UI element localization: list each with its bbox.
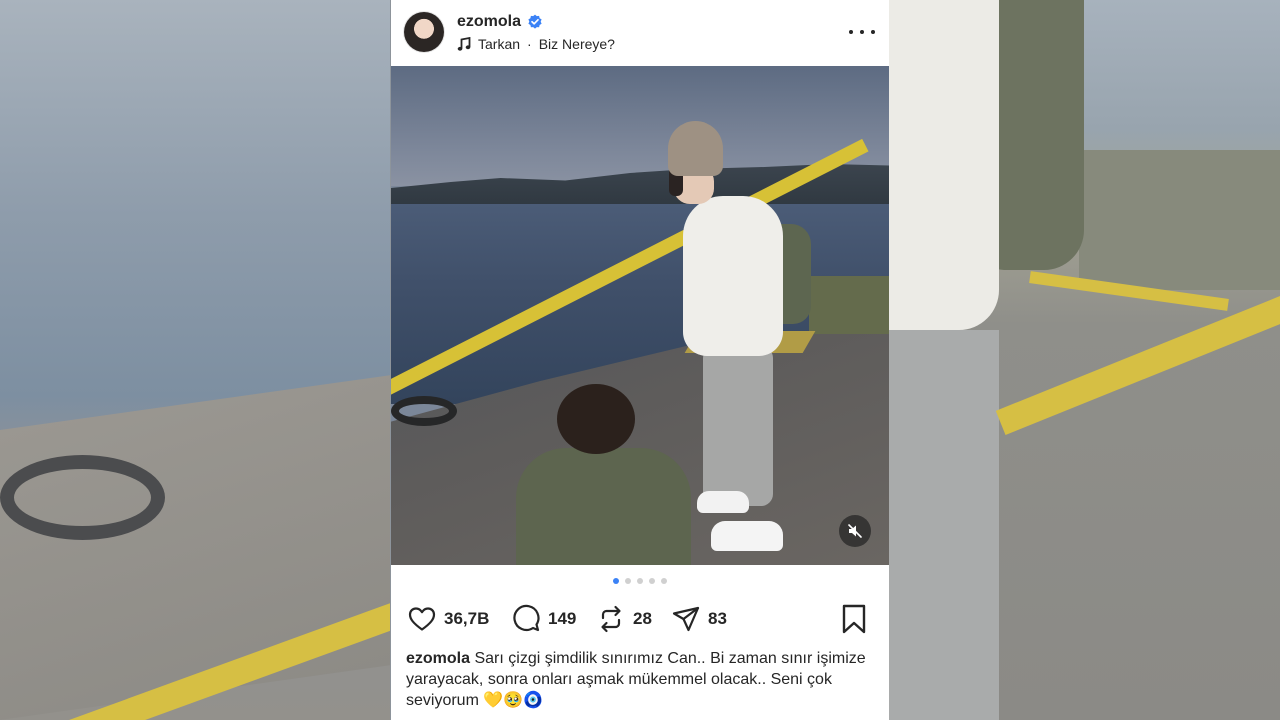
- background-wall: [1079, 150, 1280, 290]
- post-caption: ezomola Sarı çizgi şimdilik sınırımız Ca…: [406, 648, 872, 711]
- photo-wall: [809, 276, 889, 334]
- repost-button[interactable]: 28: [596, 600, 652, 638]
- share-count: 83: [708, 609, 727, 628]
- music-separator: ·: [527, 36, 532, 52]
- music-song: Biz Nereye?: [538, 36, 615, 52]
- carousel-dot: [649, 578, 655, 584]
- background-backpack: [984, 0, 1084, 270]
- background-blur-left: [0, 0, 390, 720]
- background-blur-right: [889, 0, 1280, 720]
- like-button[interactable]: 36,7B: [407, 600, 489, 638]
- background-tire: [0, 455, 165, 540]
- photo-shoe: [711, 521, 783, 551]
- post-header: ezomola Tarkan · Biz Nereye?: [391, 0, 889, 66]
- photo-shoe: [697, 491, 749, 513]
- share-button[interactable]: 83: [671, 600, 727, 638]
- background-pier: [0, 375, 390, 720]
- music-row[interactable]: Tarkan · Biz Nereye?: [457, 36, 615, 52]
- comment-count: 149: [548, 609, 577, 628]
- send-icon: [672, 606, 700, 632]
- verified-badge-icon: [528, 14, 542, 29]
- bookmark-icon[interactable]: [839, 603, 869, 635]
- music-artist: Tarkan: [478, 36, 521, 52]
- carousel-dot: [661, 578, 667, 584]
- carousel-dot: [613, 578, 619, 584]
- background-fleece: [889, 0, 999, 330]
- photo-woman-jacket: [683, 196, 783, 356]
- photo-tire: [391, 396, 457, 426]
- like-count: 36,7B: [444, 609, 490, 628]
- photo-child-coat: [516, 448, 691, 565]
- caption-username[interactable]: ezomola: [406, 650, 470, 667]
- avatar[interactable]: [404, 12, 444, 52]
- username-row: ezomola: [457, 13, 543, 31]
- heart-icon: [408, 607, 436, 631]
- carousel-dot: [637, 578, 643, 584]
- more-options-button[interactable]: [849, 20, 875, 44]
- repost-icon: [601, 605, 621, 633]
- username[interactable]: ezomola: [457, 13, 521, 31]
- background-yellow-line: [995, 291, 1280, 435]
- photo-woman-hat: [668, 121, 723, 176]
- more-horizontal-icon: [849, 30, 853, 34]
- speaker-muted-icon: [848, 524, 862, 538]
- mute-button[interactable]: [839, 515, 871, 547]
- photo-woman-pants: [703, 346, 773, 506]
- comment-button[interactable]: 149: [511, 600, 576, 638]
- repost-count: 28: [633, 609, 652, 628]
- carousel-dot: [625, 578, 631, 584]
- caption-text: Sarı çizgi şimdilik sınırımız Can.. Bi z…: [406, 650, 866, 709]
- post-card: ezomola Tarkan · Biz Nereye? 36,7B 149 2…: [391, 0, 889, 720]
- post-photo[interactable]: [391, 66, 889, 565]
- carousel-indicator: [391, 578, 889, 584]
- background-pants: [889, 330, 999, 720]
- comment-bubble-icon: [513, 604, 540, 632]
- action-bar: 36,7B 149 28 83: [391, 600, 889, 638]
- photo-child-hair: [557, 384, 635, 454]
- music-note-icon: [457, 36, 471, 51]
